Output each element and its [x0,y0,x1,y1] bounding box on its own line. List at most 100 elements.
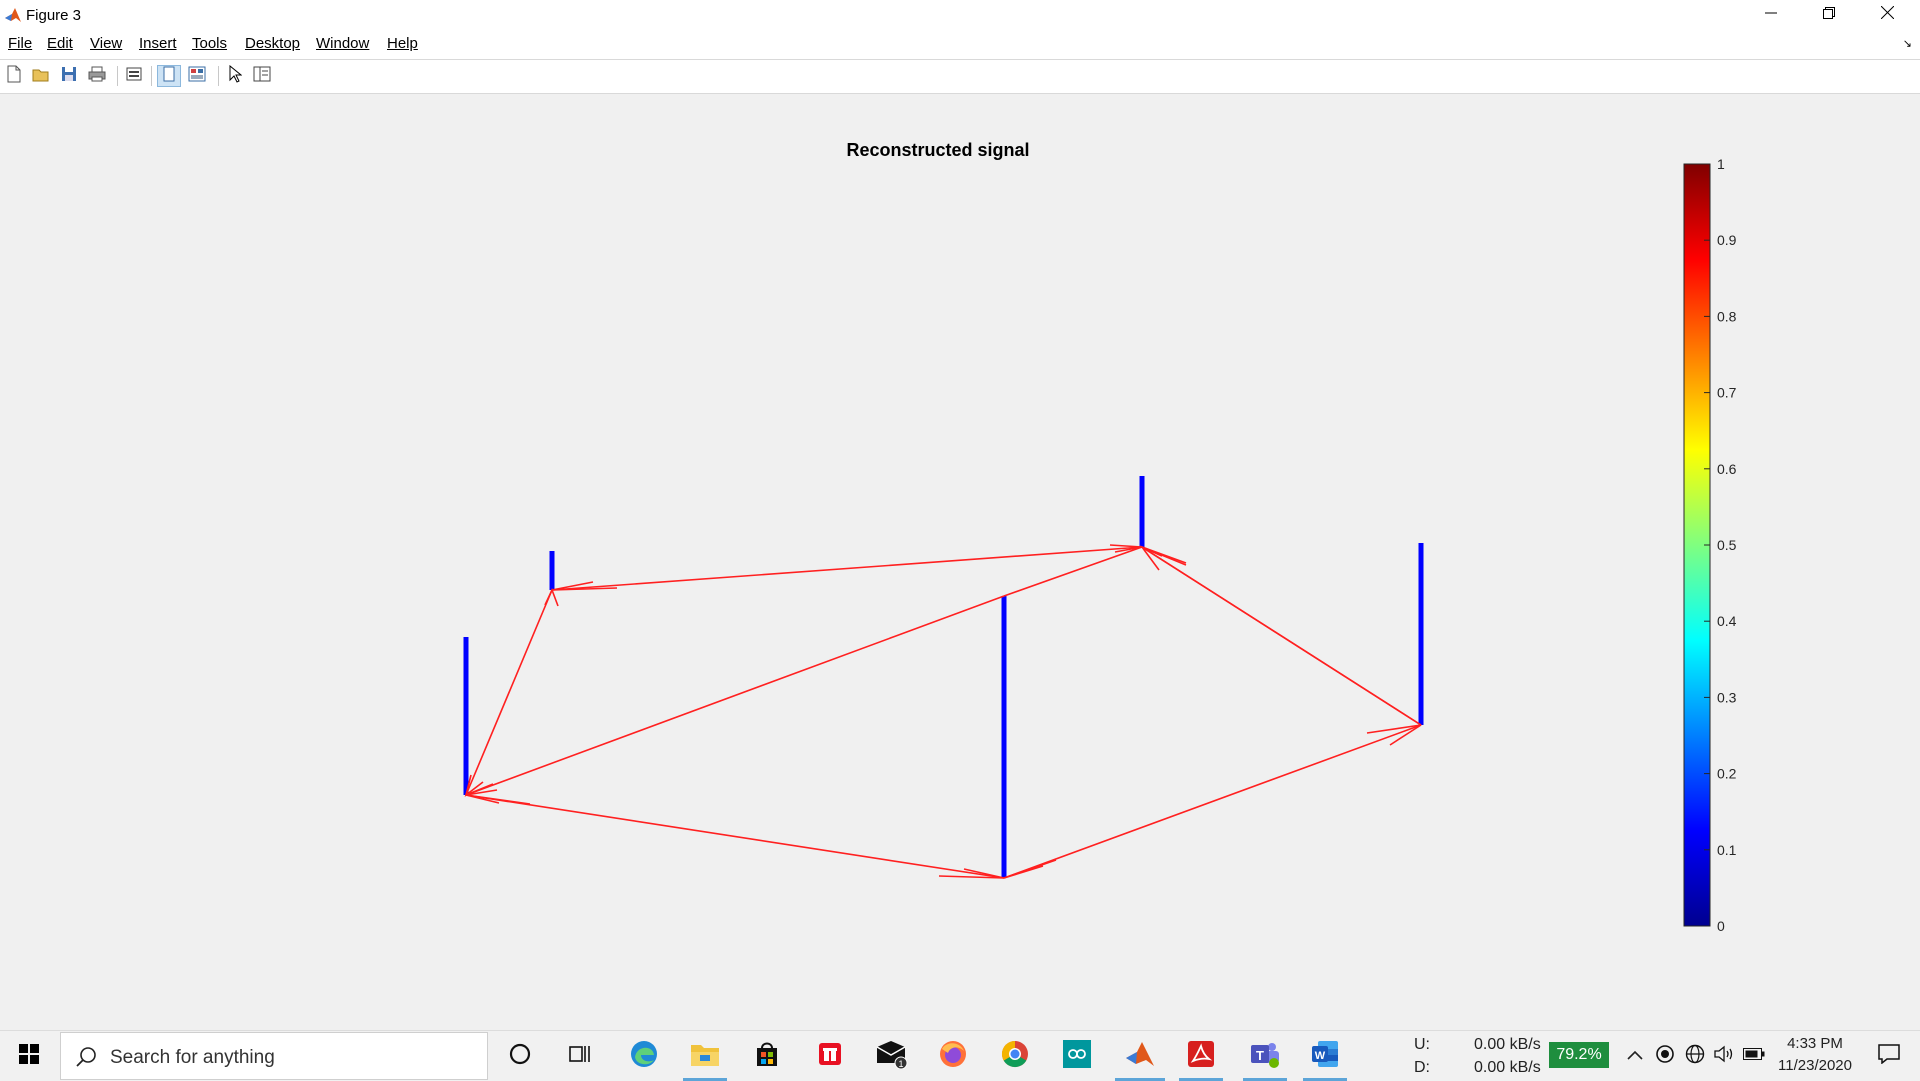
menu-label: Insert [139,35,177,52]
print-button[interactable] [85,65,109,87]
save-button[interactable] [57,65,81,87]
clock[interactable]: 4:33 PM 11/23/2020 [1770,1035,1860,1074]
graph-edges [464,544,1422,879]
edge-browser-icon [629,1039,659,1074]
edge [465,794,1005,879]
show-plot-tools-button[interactable] [185,65,209,87]
tray-battery-button[interactable] [1740,1031,1768,1081]
taskbar-app-gift[interactable] [805,1031,855,1081]
clock-time: 4:33 PM [1787,1035,1843,1052]
close-button[interactable] [1858,0,1916,29]
start-button[interactable] [0,1031,58,1081]
property-editor-button[interactable] [250,65,274,87]
firefox-icon [938,1039,968,1074]
close-icon [1880,5,1894,24]
net-up-label: U: [1414,1036,1430,1053]
minimize-icon [1765,6,1777,24]
edge [1003,546,1143,597]
taskbar-app-firefox[interactable] [928,1031,978,1081]
matlab-icon [1124,1040,1156,1073]
save-icon [61,66,77,87]
edit-plot-button[interactable] [223,64,247,87]
notification-icon [1878,1043,1900,1069]
menu-file[interactable]: File [8,35,32,52]
menu-view[interactable]: View [90,35,122,52]
open-folder-icon [32,66,50,87]
action-center-button[interactable] [1864,1031,1914,1081]
menu-label: File [8,35,33,52]
svg-text:1: 1 [898,1059,903,1069]
teams-icon: T [1249,1039,1281,1074]
battery-meter[interactable]: 79.2% [1549,1042,1609,1068]
arduino-icon [1062,1039,1092,1074]
net-up-value: 0.00 kB/s [1474,1036,1541,1053]
restore-button[interactable] [1800,0,1858,29]
colorbar-tick-label: 0.9 [1717,232,1737,248]
chevron-up-icon [1627,1047,1643,1065]
task-view-button[interactable] [555,1031,605,1081]
hide-plot-tools-button[interactable] [157,65,181,87]
colorbar-tick-label: 0.7 [1717,385,1737,401]
colorbar-tick-label: 0.5 [1717,537,1737,553]
plot-tools-icon [188,66,206,87]
menu-edit[interactable]: Edit [47,35,73,52]
menu-label: Tools [192,35,228,52]
toolbar-separator [218,66,219,86]
tray-volume-button[interactable] [1711,1031,1737,1081]
property-editor-icon [253,66,271,87]
taskbar-app-mail[interactable]: 1 [867,1031,917,1081]
taskbar-app-word[interactable]: W [1300,1031,1350,1081]
clock-date: 11/23/2020 [1778,1057,1852,1074]
open-file-button[interactable] [29,65,53,87]
cortana-icon [509,1043,531,1070]
colorbar-tick-label: 0.2 [1717,766,1737,782]
new-figure-button[interactable] [2,65,26,87]
taskbar-app-chrome[interactable] [990,1031,1040,1081]
link-plot-button[interactable] [122,65,146,87]
battery-percent: 79.2% [1556,1046,1602,1063]
menu-window[interactable]: Window [316,35,369,52]
net-down-value: 0.00 kB/s [1474,1059,1541,1076]
cortana-button[interactable] [495,1031,545,1081]
print-preview-icon [125,66,143,87]
chrome-icon [1000,1039,1030,1074]
window-title: Figure 3 [26,7,82,24]
menu-label: View [90,35,123,52]
matlab-icon [4,6,22,29]
taskbar-app-matlab[interactable] [1115,1031,1165,1081]
colorbar-tick-label: 0.4 [1717,613,1737,629]
edge [551,546,1143,591]
acrobat-icon [1187,1040,1215,1073]
menu-insert[interactable]: Insert [139,35,177,52]
colorbar-tick-label: 0 [1717,918,1725,934]
menu-label: Help [387,35,418,52]
plot-svg: Reconstructed signal 10.90.80.70.60.50.4… [463,140,1737,934]
colorbar-tick-label: 0.8 [1717,308,1737,324]
colorbar: 1 0.9 0.8 0.7 0.6 0.5 0.4 0.3 0.2 0.1 0 [1683,156,1737,934]
new-file-icon [6,65,22,88]
taskbar-app-teams[interactable]: T [1240,1031,1290,1081]
menu-tools[interactable]: Tools [192,35,227,52]
colorbar-tick-label: 1 [1717,156,1725,172]
store-icon [753,1040,781,1073]
dock-arrow-icon[interactable]: ↘ [1903,37,1912,50]
show-hidden-icons-button[interactable] [1620,1031,1650,1081]
taskbar-app-store[interactable] [742,1031,792,1081]
task-view-icon [569,1044,591,1069]
tray-record-button[interactable] [1652,1031,1678,1081]
menu-help[interactable]: Help [387,35,418,52]
taskbar-app-arduino[interactable] [1052,1031,1102,1081]
edge [465,589,553,796]
taskbar-search[interactable]: Search for anything [60,1032,488,1080]
search-placeholder: Search for anything [110,1047,275,1068]
arrowhead [1003,859,1057,879]
window-titlebar: Figure 3 [0,0,1920,29]
figure-toolbar [0,59,1920,94]
taskbar-app-edge[interactable] [619,1031,669,1081]
taskbar-app-explorer[interactable] [680,1031,730,1081]
taskbar-app-acrobat[interactable] [1176,1031,1226,1081]
plot-tools-off-icon [162,66,176,87]
tray-network-button[interactable] [1681,1031,1709,1081]
menu-desktop[interactable]: Desktop [245,35,300,52]
minimize-button[interactable] [1742,0,1800,29]
